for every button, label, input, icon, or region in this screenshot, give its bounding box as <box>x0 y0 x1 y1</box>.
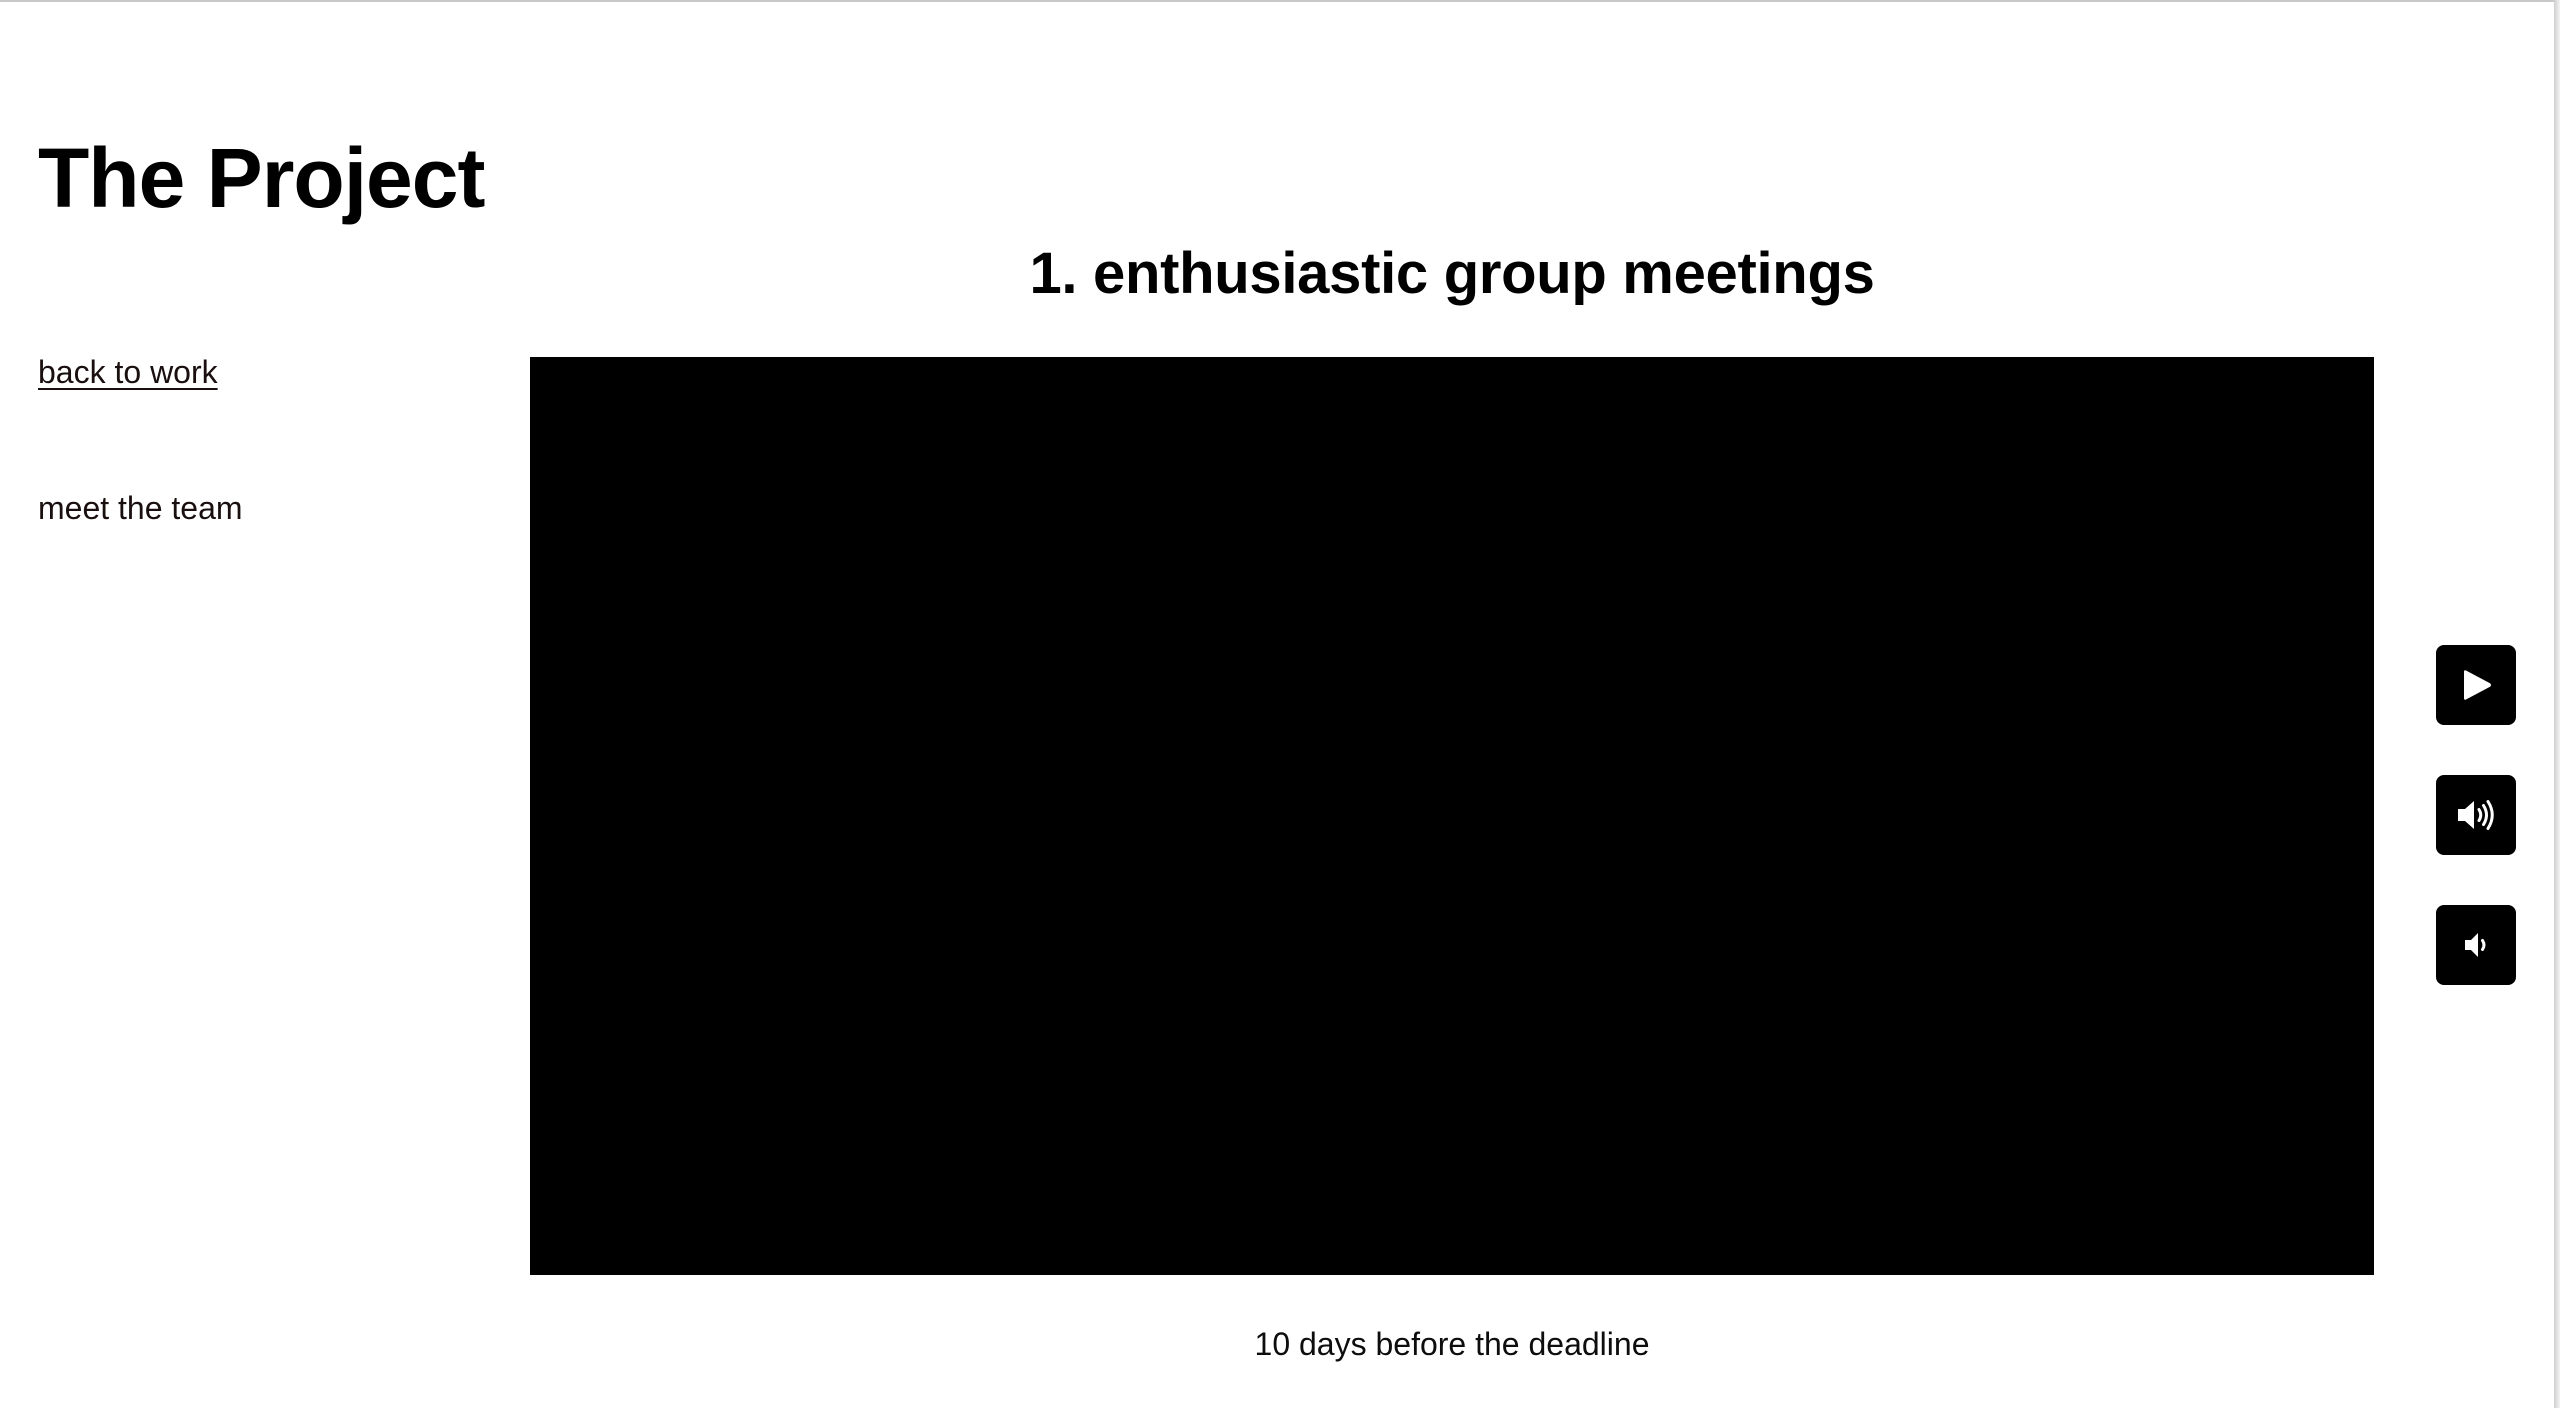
volume-down-button[interactable] <box>2436 905 2516 985</box>
play-icon <box>2464 670 2491 700</box>
video-caption: 10 days before the deadline <box>1254 1326 1650 1362</box>
meet-the-team-link[interactable]: meet the team <box>38 486 243 530</box>
volume-up-button[interactable] <box>2436 775 2516 855</box>
site-title: The Project <box>38 131 485 225</box>
volume-up-icon <box>2458 800 2494 830</box>
play-button[interactable] <box>2436 645 2516 725</box>
window-top-border <box>0 0 2560 2</box>
video-player[interactable] <box>530 357 2374 1275</box>
section-heading: 1. enthusiastic group meetings <box>1029 241 1875 306</box>
volume-down-icon <box>2465 933 2486 957</box>
window-scrollbar-edge <box>2554 0 2560 1408</box>
back-to-work-link[interactable]: back to work <box>38 350 218 394</box>
